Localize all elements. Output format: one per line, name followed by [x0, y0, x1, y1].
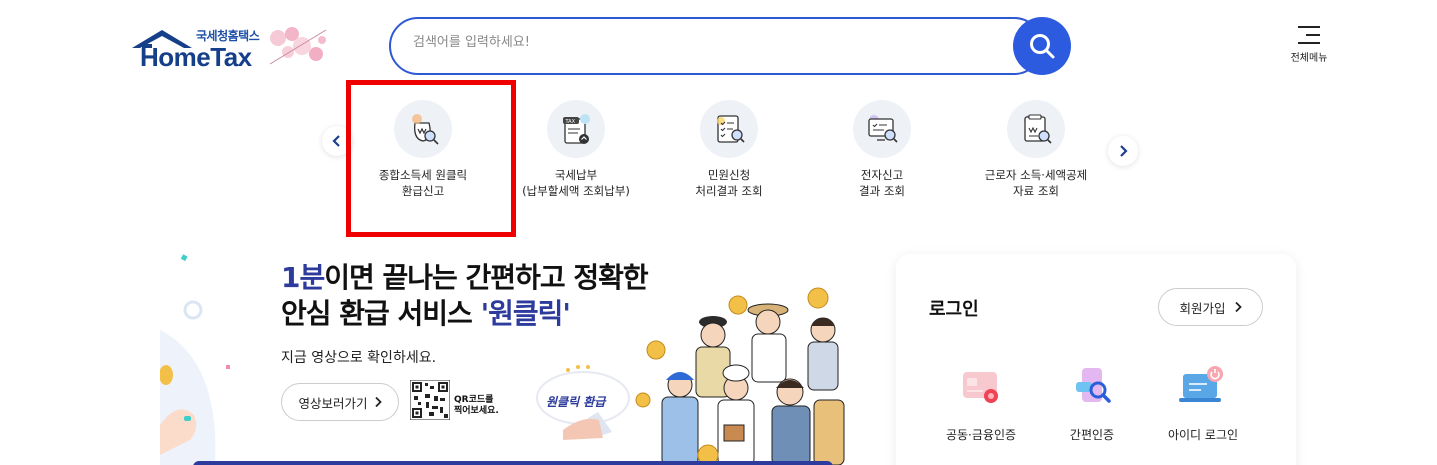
id-login-icon — [1179, 366, 1223, 402]
chevron-left-icon — [332, 135, 340, 147]
svg-text:TAX: TAX — [565, 119, 576, 125]
banner-subtitle: 지금 영상으로 확인하세요. — [281, 350, 437, 366]
login-option-label: 아이디 로그인 — [1167, 428, 1239, 442]
watch-video-label: 영상보러가기 — [298, 395, 368, 411]
deduction-data-icon — [1007, 100, 1065, 158]
banner-title: 1분이면 끝나는 간편하고 정확한 안심 환급 서비스 '원클릭' — [281, 260, 649, 332]
banner-title-rest: 이면 끝나는 간편하고 정확한 — [324, 261, 648, 294]
banner-title-line2: 안심 환급 서비스 — [281, 297, 481, 330]
sign-up-button[interactable]: 회원가입 — [1158, 288, 1263, 326]
qr-code-icon — [410, 380, 450, 420]
simple-auth-icon — [1076, 368, 1111, 403]
login-option-certificate[interactable]: 공동·금융인증 — [931, 360, 1031, 443]
highlight-box — [346, 80, 516, 237]
login-option-id-login[interactable]: 아이디 로그인 — [1153, 360, 1253, 443]
receipt-search-icon — [1024, 114, 1052, 144]
tax-payment-icon: TAX — [547, 100, 605, 158]
sign-up-label: 회원가입 — [1179, 300, 1226, 316]
quick-item-tax-payment[interactable]: TAX 국세납부 (납부할세액 조회납부) — [496, 100, 656, 199]
tax-document-icon: TAX — [563, 114, 590, 144]
watch-video-button[interactable]: 영상보러가기 — [281, 383, 399, 421]
chevron-right-icon — [1234, 301, 1242, 313]
login-title: 로그인 — [929, 299, 979, 320]
e-filing-result-icon — [853, 100, 911, 158]
all-menu-button[interactable]: 전체메뉴 — [1282, 24, 1336, 68]
monitor-search-icon — [868, 115, 898, 143]
banner-title-quote: '원클릭' — [480, 297, 571, 330]
banner-bottom-bar — [193, 461, 833, 465]
all-menu-label: 전체메뉴 — [1290, 53, 1328, 64]
checklist-search-icon — [717, 115, 745, 143]
quick-item-civil-request[interactable]: 민원신청 처리결과 조회 — [649, 100, 809, 199]
chevron-right-icon — [374, 396, 382, 408]
quick-item-label: 전자신고 결과 조회 — [859, 168, 905, 198]
promo-banner[interactable]: 1분이면 끝나는 간편하고 정확한 안심 환급 서비스 '원클릭' 지금 영상으로… — [163, 255, 846, 465]
hometax-logo[interactable]: 국세청홈택스 HomeTax — [128, 22, 333, 74]
search-button[interactable] — [1013, 17, 1071, 75]
workers-illustration — [635, 287, 845, 465]
search-icon — [1030, 34, 1055, 59]
civil-request-icon — [700, 100, 758, 158]
login-option-label: 간편인증 — [1069, 428, 1115, 442]
login-panel: 로그인 회원가입 공동·금융인증 간편인증 아이디 로그인 — [896, 254, 1296, 465]
logo-text: HomeTax — [140, 42, 252, 72]
quick-item-label: 근로자 소득·세액공제 자료 조회 — [984, 168, 1088, 198]
certificate-icon — [963, 372, 998, 403]
quick-item-label: 민원신청 처리결과 조회 — [695, 168, 763, 198]
banner-title-accent: 1분 — [281, 261, 325, 294]
qr-caption: QR코드를 찍어보세요. — [454, 395, 499, 416]
cherry-blossom-icon — [269, 27, 327, 65]
login-option-simple-auth[interactable]: 간편인증 — [1042, 360, 1142, 443]
search-input[interactable] — [413, 35, 993, 50]
quick-item-label: 국세납부 (납부할세액 조회납부) — [522, 168, 630, 198]
login-option-label: 공동·금융인증 — [945, 428, 1017, 442]
search-box[interactable] — [389, 17, 1043, 75]
one-click-badge-text: 원클릭 환급 — [546, 395, 606, 409]
quick-item-e-filing-result[interactable]: 전자신고 결과 조회 — [802, 100, 962, 199]
hamburger-icon — [1298, 26, 1320, 44]
quick-item-deduction-data[interactable]: 근로자 소득·세액공제 자료 조회 — [956, 100, 1116, 199]
chevron-right-icon — [1120, 145, 1128, 157]
